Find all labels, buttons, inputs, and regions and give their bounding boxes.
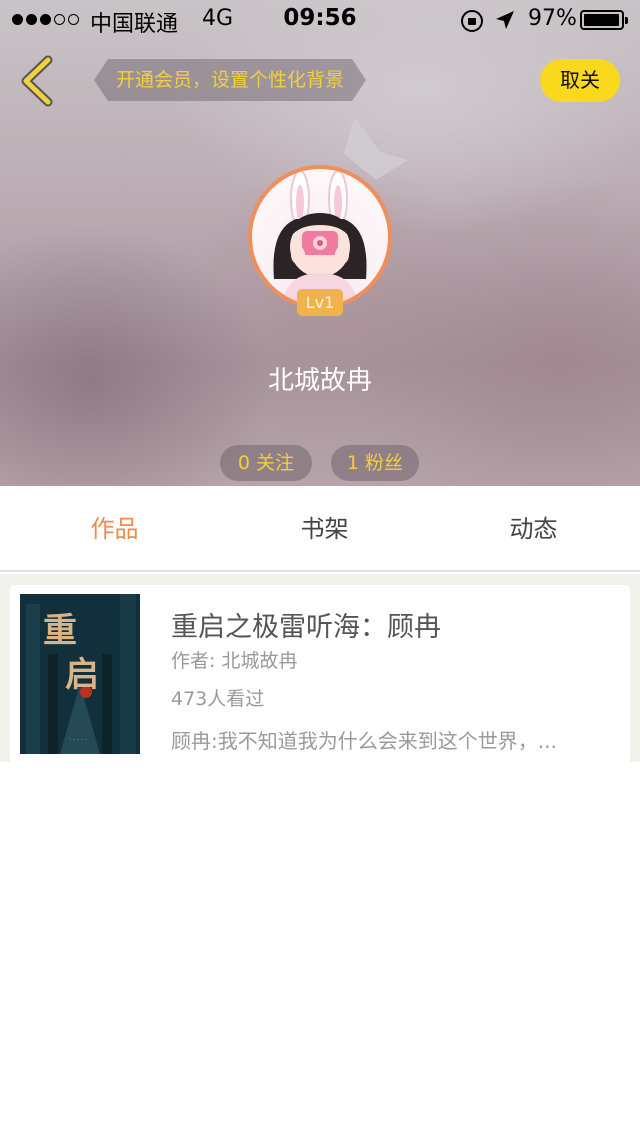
unfollow-button[interactable]: 取关 <box>540 59 620 102</box>
book-cover: · · · · · 重 启 <box>20 594 140 754</box>
avatar-image <box>252 169 388 305</box>
username: 北城故冉 <box>267 366 372 396</box>
battery-percentage: 97% <box>528 6 577 31</box>
book-card[interactable]: · · · · · 重 启 重启之极雷听海：顾冉 作者: 北城故冉 473人看过… <box>10 585 630 763</box>
level-badge: Lv1 <box>297 289 343 316</box>
profile-header: 中国联通 4G 09:56 97% 开通会员，设置个性化背景 取关 Lv1 北城… <box>0 0 640 486</box>
book-title: 重启之极雷听海：顾冉 <box>171 612 441 643</box>
back-icon <box>21 55 53 107</box>
svg-text:· · · · ·: · · · · · <box>69 737 86 744</box>
avatar[interactable] <box>248 165 392 309</box>
tab-bookshelf[interactable]: 书架 <box>218 486 431 572</box>
back-button[interactable] <box>16 54 60 108</box>
book-excerpt: 顾冉:我不知道我为什么会来到这个世界，... <box>171 729 557 753</box>
cover-title: 重 <box>43 611 77 651</box>
lock-rotation-icon <box>461 10 483 32</box>
profile-tabs: 作品 书架 动态 <box>0 486 640 572</box>
book-view-count: 473人看过 <box>171 688 265 710</box>
book-author: 作者: 北城故冉 <box>171 650 298 672</box>
tab-activity[interactable]: 动态 <box>427 486 640 572</box>
following-count-button[interactable]: 0 关注 <box>220 445 312 481</box>
status-bar: 中国联通 4G 09:56 97% <box>0 0 640 40</box>
location-arrow-icon <box>496 11 514 29</box>
svg-text:启: 启 <box>65 655 99 695</box>
tab-works[interactable]: 作品 <box>8 486 221 572</box>
battery-icon <box>580 10 628 30</box>
vip-background-banner[interactable]: 开通会员，设置个性化背景 <box>94 59 366 101</box>
fans-count-button[interactable]: 1 粉丝 <box>331 445 419 481</box>
